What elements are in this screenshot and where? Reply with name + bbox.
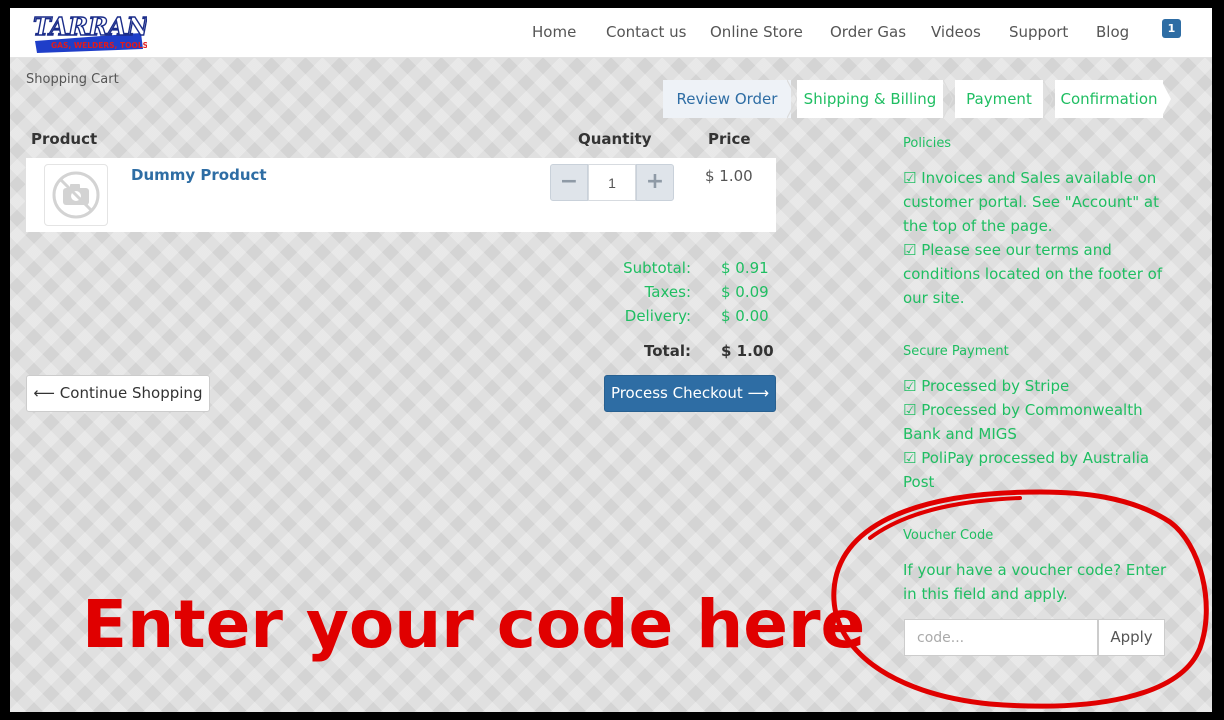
nav-online-store[interactable]: Online Store: [710, 23, 803, 41]
step-payment[interactable]: Payment: [955, 80, 1043, 118]
logo-subtext: GAS, WELDERS, TOOLS: [51, 41, 147, 50]
nav-contact-us[interactable]: Contact us: [606, 23, 686, 41]
header-product: Product: [31, 130, 98, 148]
site-logo[interactable]: TARRANTS GAS, WELDERS, TOOLS: [29, 11, 185, 55]
policies-title: Policies: [903, 136, 952, 151]
voucher-code-input[interactable]: [904, 619, 1098, 656]
secure-payment-text: ☑ Processed by Stripe ☑ Processed by Com…: [903, 377, 1150, 491]
breadcrumb: Shopping Cart: [26, 72, 119, 87]
step-review-order[interactable]: Review Order: [663, 80, 791, 118]
quantity-stepper: − +: [550, 164, 674, 201]
qty-increment-button[interactable]: +: [636, 164, 674, 201]
taxes-label: Taxes:: [644, 283, 691, 301]
header-quantity: Quantity: [578, 130, 652, 148]
secure-payment-title: Secure Payment: [903, 344, 1009, 359]
navbar: TARRANTS GAS, WELDERS, TOOLS Home Contac…: [10, 8, 1212, 58]
process-checkout-button[interactable]: Process Checkout ⟶: [604, 375, 776, 412]
logo-text: TARRANTS: [33, 12, 147, 41]
voucher-text: If your have a voucher code? Enter in th…: [903, 561, 1167, 603]
voucher-title: Voucher Code: [903, 528, 994, 543]
nav-order-gas[interactable]: Order Gas: [830, 23, 906, 41]
nav-videos[interactable]: Videos: [931, 23, 981, 41]
checkout-steps: Review Order Shipping & Billing Payment …: [663, 80, 1173, 118]
total-value: $ 1.00: [721, 342, 774, 360]
page: TARRANTS GAS, WELDERS, TOOLS Home Contac…: [10, 8, 1212, 712]
annotation-text: Enter your code here: [82, 586, 866, 663]
subtotal-label: Subtotal:: [623, 259, 691, 277]
continue-shopping-button[interactable]: ⟵ Continue Shopping: [26, 375, 210, 412]
product-name-link[interactable]: Dummy Product: [131, 166, 267, 184]
nav-support[interactable]: Support: [1009, 23, 1068, 41]
delivery-label: Delivery:: [624, 307, 691, 325]
table-row: Dummy Product − + $ 1.00: [26, 158, 776, 232]
step-arrow-end: [1161, 80, 1171, 118]
step-confirmation[interactable]: Confirmation: [1055, 80, 1163, 118]
qty-decrement-button[interactable]: −: [550, 164, 588, 201]
policies-text: ☑ Invoices and Sales available on custom…: [903, 169, 1163, 307]
quantity-input[interactable]: [588, 164, 636, 201]
product-image[interactable]: [44, 164, 108, 226]
step-separator: [943, 80, 954, 118]
apply-voucher-button[interactable]: Apply: [1098, 619, 1165, 656]
header-price: Price: [708, 130, 751, 148]
taxes-value: $ 0.09: [721, 283, 769, 301]
cart-count-badge[interactable]: 1: [1162, 19, 1181, 38]
row-price: $ 1.00: [705, 167, 753, 185]
step-shipping-billing[interactable]: Shipping & Billing: [797, 80, 943, 118]
no-camera-icon: [52, 171, 100, 219]
delivery-value: $ 0.00: [721, 307, 769, 325]
step-separator: [1043, 80, 1054, 118]
nav-home[interactable]: Home: [532, 23, 576, 41]
total-label: Total:: [644, 342, 691, 360]
subtotal-value: $ 0.91: [721, 259, 769, 277]
nav-blog[interactable]: Blog: [1096, 23, 1129, 41]
